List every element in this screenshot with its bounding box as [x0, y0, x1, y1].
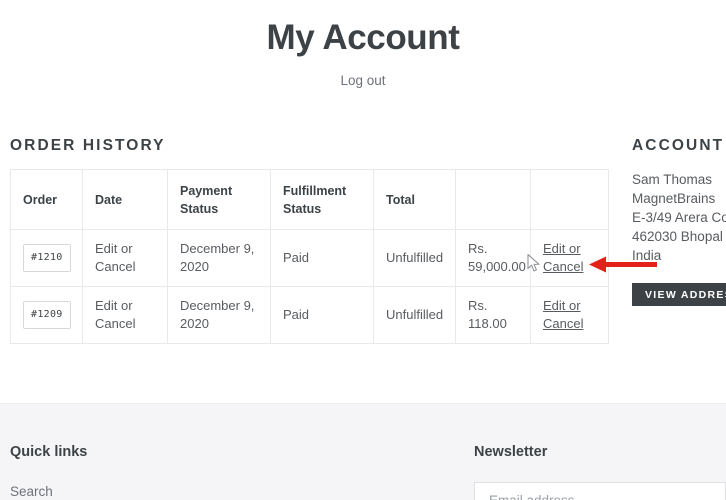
column-header-extra — [530, 169, 609, 230]
column-header-payment-status: Payment Status — [167, 169, 271, 230]
payment-status-cell: December 9, 2020 — [167, 286, 271, 344]
date-cell: Edit or Cancel — [82, 229, 168, 287]
order-number-badge[interactable]: #1210 — [23, 244, 71, 272]
order-history-heading: ORDER HISTORY — [10, 137, 166, 154]
logout-link[interactable]: Log out — [340, 73, 385, 88]
paid-cell: Paid — [270, 286, 374, 344]
view-addresses-button[interactable]: VIEW ADDRESS — [632, 283, 726, 306]
payment-status-line-2: 2020 — [180, 316, 209, 331]
date-line-1: Edit or — [95, 241, 133, 256]
total-amount: 59,000.00 — [468, 259, 526, 274]
total-amount: 118.00 — [468, 316, 507, 331]
actions-cell: Edit or Cancel — [530, 286, 609, 344]
edit-link[interactable]: Edit or — [543, 240, 596, 258]
account-details-heading: ACCOUNT — [632, 137, 725, 154]
address-line-company: MagnetBrains — [632, 191, 716, 206]
payment-status-line-2: 2020 — [180, 259, 209, 274]
paid-cell: Paid — [270, 229, 374, 287]
cancel-link[interactable]: Cancel — [543, 315, 596, 333]
date-cell: Edit or Cancel — [82, 286, 168, 344]
fulfillment-status-cell: Unfulfilled — [373, 229, 456, 287]
address-line-name: Sam Thomas — [632, 172, 713, 187]
logout-container: Log out — [0, 72, 726, 90]
table-header-row: Order Date Payment Status Fulfillment St… — [10, 169, 609, 230]
date-line-2: Cancel — [95, 316, 136, 331]
order-cell: #1210 — [10, 229, 83, 287]
cancel-link[interactable]: Cancel — [543, 258, 596, 276]
address-line-street: E-3/49 Arera Col — [632, 210, 726, 225]
payment-status-line-1: December 9, — [180, 241, 255, 256]
newsletter-heading: Newsletter — [474, 444, 548, 460]
edit-link[interactable]: Edit or — [543, 297, 596, 315]
payment-status-line-1: December 9, — [180, 298, 255, 313]
column-header-total: Total — [373, 169, 456, 230]
account-address: Sam Thomas MagnetBrains E-3/49 Arera Col… — [632, 170, 726, 265]
table-row: #1210 Edit or Cancel December 9, 2020 Pa… — [10, 229, 609, 287]
address-line-country: India — [632, 248, 662, 263]
column-header-date: Date — [82, 169, 168, 230]
newsletter-email-input[interactable] — [474, 482, 726, 500]
total-currency: Rs. — [468, 298, 488, 313]
payment-status-cell: December 9, 2020 — [167, 229, 271, 287]
order-cell: #1209 — [10, 286, 83, 344]
order-history-table: Order Date Payment Status Fulfillment St… — [10, 169, 609, 344]
my-account-page: My Account Log out ORDER HISTORY Order D… — [0, 0, 726, 500]
actions-cell: Edit or Cancel — [530, 229, 609, 287]
total-cell: Rs. 118.00 — [455, 286, 531, 344]
column-header-actions — [455, 169, 531, 230]
quick-links-heading: Quick links — [10, 444, 88, 460]
fulfillment-status-cell: Unfulfilled — [373, 286, 456, 344]
footer-link-search[interactable]: Search — [10, 484, 53, 499]
table-row: #1209 Edit or Cancel December 9, 2020 Pa… — [10, 286, 609, 344]
total-cell: Rs. 59,000.00 — [455, 229, 531, 287]
date-line-1: Edit or — [95, 298, 133, 313]
page-title: My Account — [266, 18, 460, 57]
column-header-order: Order — [10, 169, 83, 230]
total-currency: Rs. — [468, 241, 488, 256]
address-line-city: 462030 Bhopal M — [632, 229, 726, 244]
date-line-2: Cancel — [95, 259, 136, 274]
column-header-fulfillment-status: Fulfillment Status — [270, 169, 374, 230]
order-number-badge[interactable]: #1209 — [23, 301, 71, 329]
